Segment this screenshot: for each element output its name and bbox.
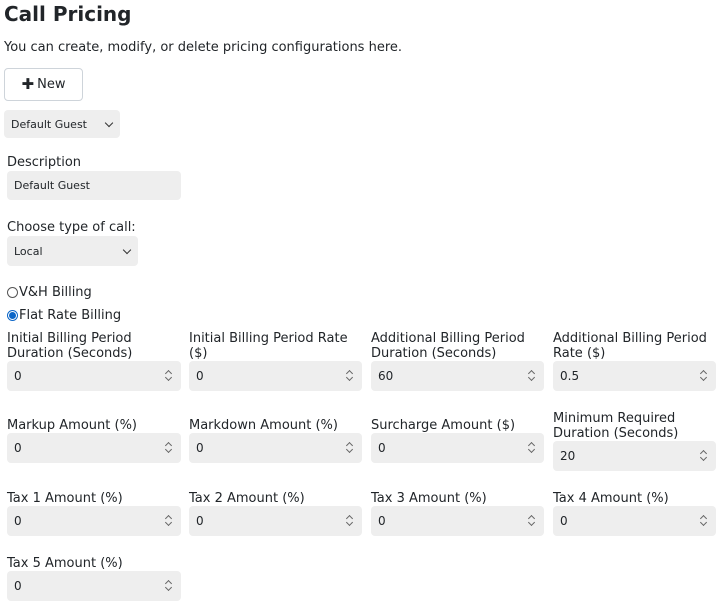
initial-duration-label: Initial Billing Period Duration (Seconds… <box>7 331 133 361</box>
intro-text: You can create, modify, or delete pricin… <box>4 40 403 55</box>
description-label: Description <box>7 155 82 170</box>
surcharge-input[interactable]: 0 <box>371 433 544 463</box>
tax5-input[interactable]: 0 <box>7 571 181 601</box>
min-duration-input[interactable]: 20 <box>553 441 716 471</box>
initial-rate-value: 0 <box>196 369 204 383</box>
min-duration-value: 20 <box>560 449 576 463</box>
surcharge-value: 0 <box>378 441 386 455</box>
spinner-icon[interactable] <box>165 514 173 528</box>
markup-value: 0 <box>14 441 22 455</box>
tax2-input[interactable]: 0 <box>189 506 362 536</box>
flat-rate-billing-label: Flat Rate Billing <box>19 308 122 323</box>
spinner-icon[interactable] <box>346 441 354 455</box>
markdown-input[interactable]: 0 <box>189 433 362 463</box>
additional-rate-input[interactable]: 0.5 <box>553 361 716 391</box>
pricing-config-select[interactable]: Default Guest <box>4 110 120 138</box>
call-type-value: Local <box>14 244 43 258</box>
tax2-value: 0 <box>196 514 204 528</box>
tax5-label: Tax 5 Amount (%) <box>7 556 123 571</box>
chevron-down-icon <box>122 245 132 254</box>
spinner-icon[interactable] <box>165 369 173 383</box>
description-value: Default Guest <box>14 179 90 192</box>
additional-rate-label: Additional Billing Period Rate ($) <box>553 331 707 361</box>
tax3-input[interactable]: 0 <box>371 506 544 536</box>
new-button-label: New <box>37 77 66 92</box>
spinner-icon[interactable] <box>165 441 173 455</box>
pricing-config-value: Default Guest <box>11 117 87 131</box>
additional-duration-value: 60 <box>378 369 394 383</box>
flat-rate-billing-option[interactable]: Flat Rate Billing <box>7 308 121 323</box>
tax3-label: Tax 3 Amount (%) <box>371 491 487 506</box>
chevron-down-icon <box>104 118 114 127</box>
tax1-label: Tax 1 Amount (%) <box>7 491 123 506</box>
vh-billing-radio[interactable] <box>7 287 18 298</box>
tax1-value: 0 <box>14 514 22 528</box>
markdown-label: Markdown Amount (%) <box>189 418 338 433</box>
tax4-value: 0 <box>560 514 568 528</box>
tax4-label: Tax 4 Amount (%) <box>553 491 669 506</box>
spinner-icon[interactable] <box>700 369 708 383</box>
min-duration-label: Minimum Required Duration (Seconds) <box>553 411 679 441</box>
spinner-icon[interactable] <box>346 369 354 383</box>
markup-label: Markup Amount (%) <box>7 418 137 433</box>
description-field[interactable]: Default Guest <box>7 171 181 200</box>
surcharge-label: Surcharge Amount ($) <box>371 418 516 433</box>
call-type-select[interactable]: Local <box>7 236 138 266</box>
initial-duration-value: 0 <box>14 369 22 383</box>
initial-rate-input[interactable]: 0 <box>189 361 362 391</box>
new-button[interactable]: ✚ New <box>4 68 83 101</box>
tax5-value: 0 <box>14 579 22 593</box>
tax1-input[interactable]: 0 <box>7 506 181 536</box>
spinner-icon[interactable] <box>700 449 708 463</box>
additional-duration-label: Additional Billing Period Duration (Seco… <box>371 331 525 361</box>
tax3-value: 0 <box>378 514 386 528</box>
tax2-label: Tax 2 Amount (%) <box>189 491 305 506</box>
plus-icon: ✚ <box>21 75 35 93</box>
initial-rate-label: Initial Billing Period Rate ($) <box>189 331 348 361</box>
spinner-icon[interactable] <box>346 514 354 528</box>
tax4-input[interactable]: 0 <box>553 506 716 536</box>
spinner-icon[interactable] <box>700 514 708 528</box>
vh-billing-label: V&H Billing <box>19 285 92 300</box>
spinner-icon[interactable] <box>528 514 536 528</box>
call-type-label: Choose type of call: <box>7 220 136 235</box>
vh-billing-option[interactable]: V&H Billing <box>7 285 92 300</box>
spinner-icon[interactable] <box>165 579 173 593</box>
spinner-icon[interactable] <box>528 369 536 383</box>
spinner-icon[interactable] <box>528 441 536 455</box>
markdown-value: 0 <box>196 441 204 455</box>
additional-rate-value: 0.5 <box>560 369 580 383</box>
markup-input[interactable]: 0 <box>7 433 181 463</box>
additional-duration-input[interactable]: 60 <box>371 361 544 391</box>
flat-rate-billing-radio[interactable] <box>7 310 18 321</box>
page-title: Call Pricing <box>4 2 132 26</box>
initial-duration-input[interactable]: 0 <box>7 361 181 391</box>
